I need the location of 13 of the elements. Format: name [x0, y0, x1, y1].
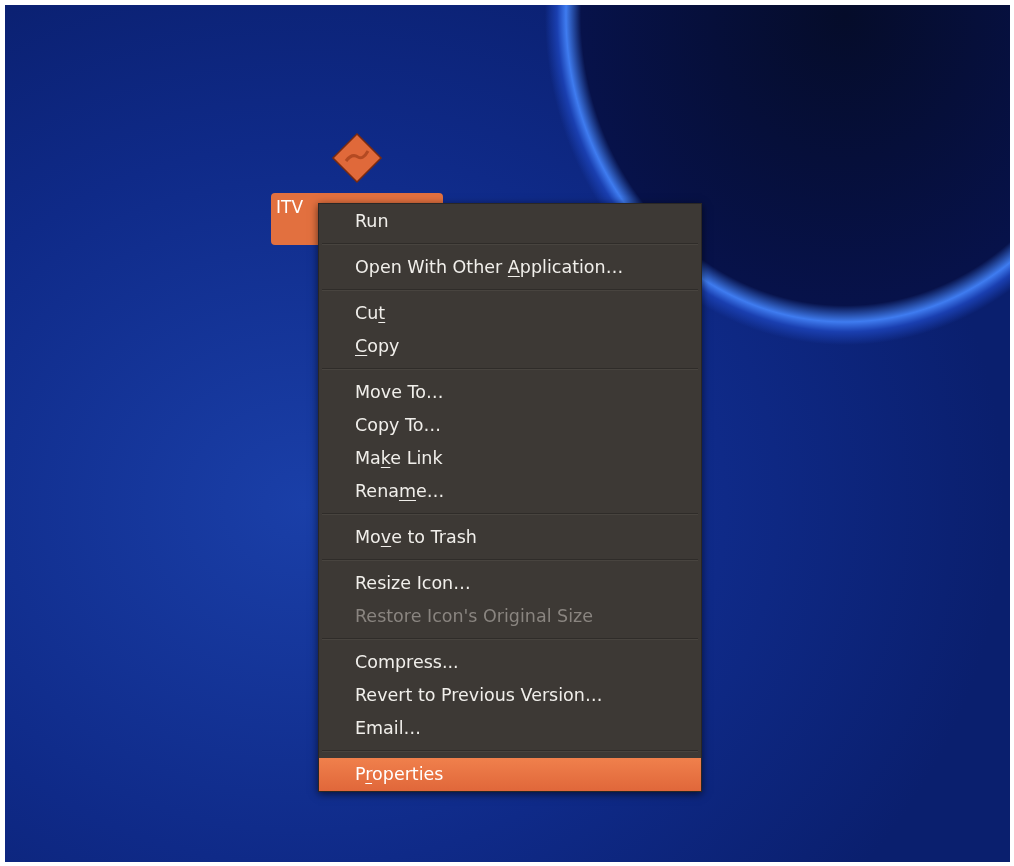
- menu-item[interactable]: Open With Other Application…: [319, 251, 701, 284]
- menu-item[interactable]: Rename…: [319, 475, 701, 508]
- menu-item[interactable]: Copy To…: [319, 409, 701, 442]
- menu-item[interactable]: Revert to Previous Version…: [319, 679, 701, 712]
- menu-item[interactable]: Run: [319, 205, 701, 238]
- menu-item[interactable]: Move To…: [319, 376, 701, 409]
- menu-item[interactable]: Copy: [319, 330, 701, 363]
- menu-item[interactable]: Compress...: [319, 646, 701, 679]
- menu-item[interactable]: Make Link: [319, 442, 701, 475]
- menu-item[interactable]: Email…: [319, 712, 701, 745]
- menu-item[interactable]: Move to Trash: [319, 521, 701, 554]
- menu-item[interactable]: Cut: [319, 297, 701, 330]
- menu-item[interactable]: Resize Icon…: [319, 567, 701, 600]
